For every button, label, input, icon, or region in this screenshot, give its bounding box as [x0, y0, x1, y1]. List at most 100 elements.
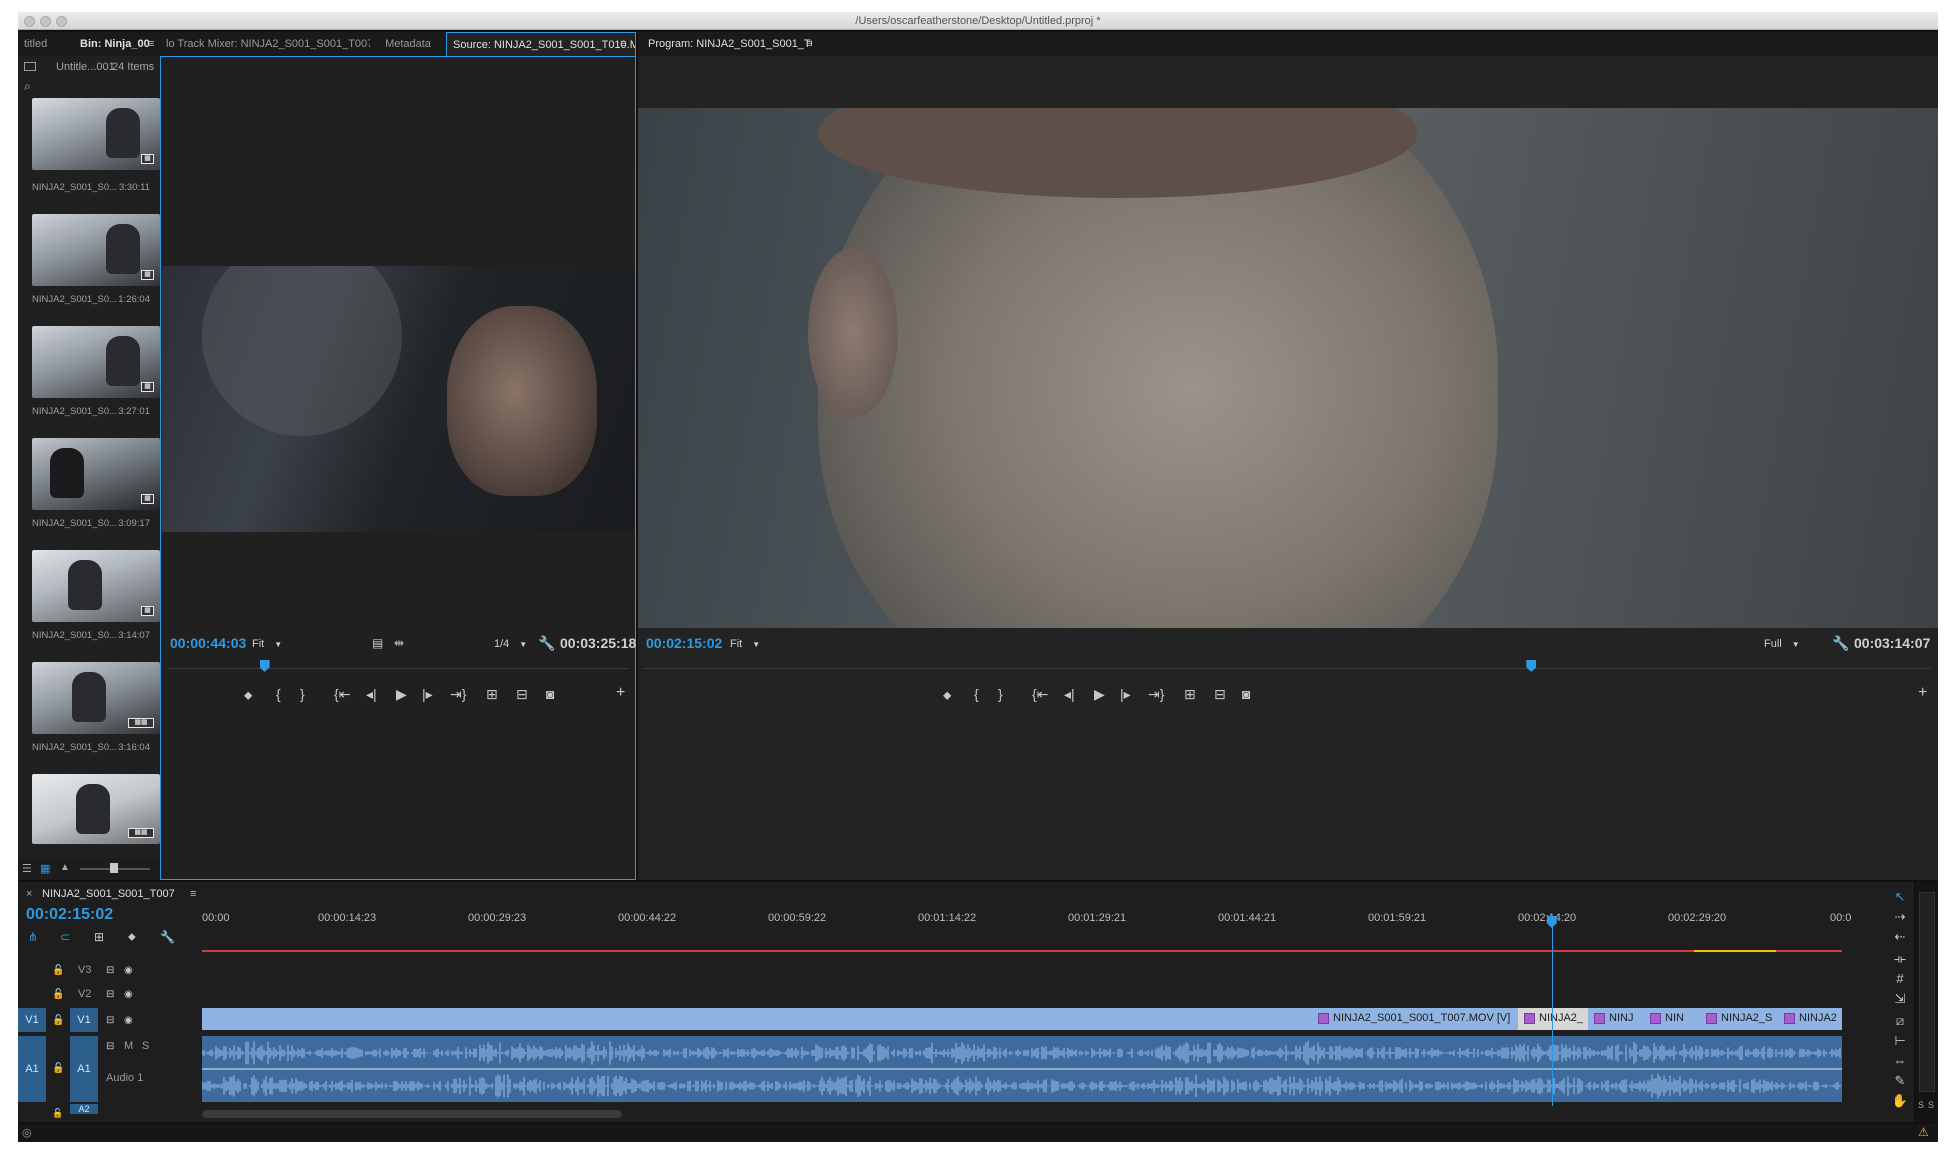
- lock-icon[interactable]: 🔓: [52, 1106, 63, 1120]
- timeline-scrollbar[interactable]: [202, 1110, 622, 1118]
- hand-icon[interactable]: ✋: [1890, 1092, 1910, 1110]
- program-current-timecode[interactable]: 00:02:15:02: [646, 635, 722, 651]
- mark-out-icon[interactable]: }: [998, 687, 1003, 701]
- add-marker-icon[interactable]: ⬥: [943, 688, 951, 702]
- timeline-ruler[interactable]: 00:00 00:00:14:23 00:00:29:23 00:00:44:2…: [202, 906, 1862, 926]
- sequence-tab[interactable]: NINJA2_S001_S001_T007: [42, 888, 175, 900]
- toggle-sync-icon[interactable]: ⊟: [106, 1040, 114, 1054]
- lock-icon[interactable]: 🔓: [52, 988, 64, 1002]
- toggle-sync-icon[interactable]: ⊟: [106, 988, 114, 1002]
- snap-icon[interactable]: ⋔: [28, 930, 38, 944]
- step-forward-icon[interactable]: |▸: [1120, 687, 1131, 701]
- zoom-slider-handle[interactable]: [110, 863, 118, 873]
- source-settings-icon[interactable]: 🔧: [538, 636, 555, 650]
- a1-audio-clip[interactable]: [202, 1036, 1842, 1102]
- lock-icon[interactable]: 🔓: [52, 1062, 64, 1076]
- play-icon[interactable]: ▶: [1094, 687, 1105, 701]
- razor-icon[interactable]: ⧄: [1890, 1012, 1910, 1030]
- background-tasks-icon[interactable]: ◎: [22, 1126, 32, 1139]
- track-label-a2[interactable]: A2: [70, 1104, 98, 1114]
- tab-bin-ninja[interactable]: Bin: Ninja_001: [74, 32, 150, 56]
- mark-out-icon[interactable]: }: [300, 687, 305, 701]
- program-playhead[interactable]: [1526, 660, 1537, 672]
- clip-thumbnail[interactable]: ▦: [32, 98, 160, 170]
- panel-menu-icon[interactable]: ≡: [190, 888, 196, 900]
- ripple-edit-icon[interactable]: ⟛: [1890, 950, 1910, 968]
- clip-thumbnail[interactable]: ▦: [32, 214, 160, 286]
- extract-icon[interactable]: ⊟: [1214, 687, 1226, 701]
- safe-margins-icon[interactable]: ▤: [372, 636, 383, 650]
- eye-icon[interactable]: ◉: [124, 1014, 133, 1028]
- program-settings-icon[interactable]: 🔧: [1832, 636, 1849, 650]
- source-resolution-dropdown[interactable]: 1/4 ▼: [494, 638, 527, 650]
- add-marker-icon[interactable]: ⬥: [244, 688, 252, 702]
- source-fit-dropdown[interactable]: Fit ▼: [252, 638, 282, 650]
- panel-menu-icon[interactable]: ≡: [148, 38, 154, 50]
- add-edit-icon[interactable]: ⊞: [94, 930, 104, 944]
- meter-solo-left[interactable]: S: [1918, 1100, 1924, 1110]
- overwrite-icon[interactable]: ⊟: [516, 687, 528, 701]
- lock-icon[interactable]: 🔓: [52, 964, 64, 978]
- timeline-timecode[interactable]: 00:02:15:02: [26, 906, 113, 924]
- go-to-out-icon[interactable]: ⇥}: [1148, 687, 1164, 701]
- button-editor-icon[interactable]: +: [1918, 685, 1927, 701]
- panel-menu-icon[interactable]: ≡: [620, 38, 626, 50]
- tab-program[interactable]: Program: NINJA2_S001_S001_T007: [642, 32, 812, 56]
- meter-solo-right[interactable]: S: [1928, 1100, 1934, 1110]
- source-patch-a1[interactable]: A1: [18, 1036, 46, 1102]
- lift-icon[interactable]: ⊞: [1184, 687, 1196, 701]
- program-video-frame[interactable]: [638, 108, 1938, 628]
- track-select-forward-icon[interactable]: ⇢: [1890, 908, 1910, 926]
- play-icon[interactable]: ▶: [396, 687, 407, 701]
- program-fit-dropdown[interactable]: Fit ▼: [730, 638, 760, 650]
- solo-button[interactable]: S: [142, 1040, 149, 1052]
- clip-thumbnail[interactable]: ▦: [32, 326, 160, 398]
- slip-icon[interactable]: ⊢: [1890, 1032, 1910, 1050]
- track-label-a1[interactable]: A1: [70, 1036, 98, 1102]
- sort-icon[interactable]: ▲: [60, 862, 70, 873]
- source-current-timecode[interactable]: 00:00:44:03: [170, 635, 246, 651]
- source-video-frame[interactable]: [162, 266, 634, 532]
- search-icon[interactable]: ⌕: [24, 79, 31, 94]
- track-label-v1[interactable]: V1: [70, 1008, 98, 1032]
- step-back-icon[interactable]: ◂|: [366, 687, 377, 701]
- list-view-icon[interactable]: ☰: [22, 862, 32, 875]
- eye-icon[interactable]: ◉: [124, 964, 133, 978]
- step-forward-icon[interactable]: |▸: [422, 687, 433, 701]
- tab-untitled[interactable]: titled: [18, 32, 66, 56]
- track-select-backward-icon[interactable]: ⇠: [1890, 928, 1910, 946]
- clip-thumbnail[interactable]: ▦: [32, 550, 160, 622]
- source-patch-v1[interactable]: V1: [18, 1008, 46, 1032]
- go-to-in-icon[interactable]: {⇤: [1032, 687, 1048, 701]
- linked-selection-icon[interactable]: ⊂: [60, 930, 70, 944]
- toggle-sync-icon[interactable]: ⊟: [106, 1014, 114, 1028]
- add-marker-icon[interactable]: ⬥: [128, 930, 136, 944]
- rate-stretch-icon[interactable]: ⇲: [1890, 990, 1910, 1008]
- step-back-icon[interactable]: ◂|: [1064, 687, 1075, 701]
- program-quality-dropdown[interactable]: Full ▼: [1764, 638, 1800, 650]
- warning-icon[interactable]: ⚠: [1918, 1125, 1929, 1139]
- timeline-settings-icon[interactable]: 🔧: [160, 930, 175, 944]
- drag-video-icon[interactable]: ⇹: [394, 636, 404, 650]
- clip-thumbnail[interactable]: ▦▦: [32, 662, 160, 734]
- lock-icon[interactable]: 🔓: [52, 1014, 64, 1028]
- toggle-sync-icon[interactable]: ⊟: [106, 964, 114, 978]
- clip-thumbnail[interactable]: ▦▦: [32, 774, 160, 844]
- mute-button[interactable]: M: [124, 1040, 133, 1052]
- button-editor-icon[interactable]: +: [616, 685, 625, 701]
- icon-view-icon[interactable]: ▦: [40, 862, 50, 875]
- timeline-playhead-handle[interactable]: [1546, 916, 1557, 928]
- panel-menu-icon[interactable]: ≡: [806, 38, 812, 50]
- tab-metadata[interactable]: Metadata: [370, 32, 446, 56]
- insert-icon[interactable]: ⊞: [486, 687, 498, 701]
- eye-icon[interactable]: ◉: [124, 988, 133, 1002]
- rolling-edit-icon[interactable]: #: [1890, 970, 1910, 988]
- tab-audio-track-mixer[interactable]: lo Track Mixer: NINJA2_S001_S001_T007: [160, 32, 370, 56]
- export-frame-icon[interactable]: ◙: [546, 687, 554, 701]
- tab-source[interactable]: Source: NINJA2_S001_S001_T010.MOV: [446, 32, 636, 56]
- selection-tool-icon[interactable]: ↖: [1890, 888, 1910, 906]
- slide-icon[interactable]: ⇔: [1890, 1052, 1910, 1070]
- export-frame-icon[interactable]: ◙: [1242, 687, 1250, 701]
- pen-icon[interactable]: ✎: [1890, 1072, 1910, 1090]
- mark-in-icon[interactable]: {: [276, 687, 281, 701]
